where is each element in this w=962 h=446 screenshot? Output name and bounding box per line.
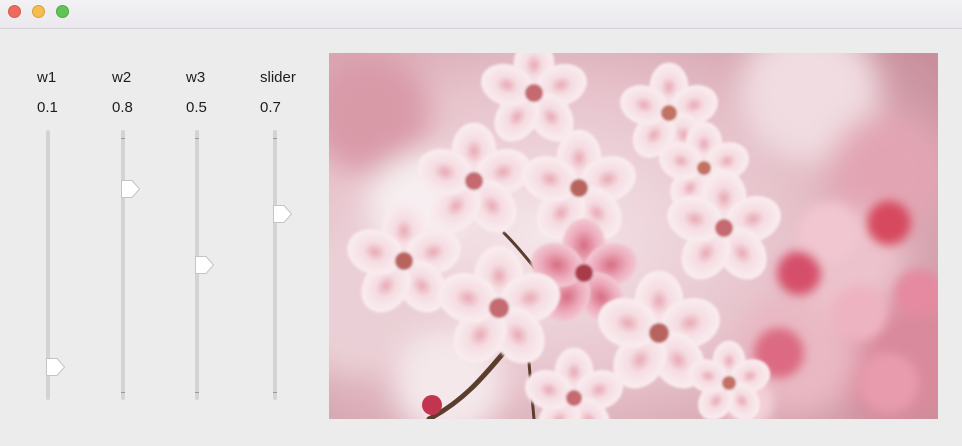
slider-label-w3: w3 <box>186 69 206 86</box>
close-window-button[interactable] <box>8 5 21 18</box>
slider-label-slider: slider <box>260 69 296 86</box>
slider-thumb-w1[interactable] <box>44 357 66 377</box>
slider-track-w2[interactable] <box>121 130 141 400</box>
zoom-window-button[interactable] <box>56 5 69 18</box>
title-bar <box>0 0 962 29</box>
slider-value-slider: 0.7 <box>260 99 281 116</box>
tick-mark <box>195 392 199 393</box>
slider-track-w1[interactable] <box>46 130 66 400</box>
slider-value-w2: 0.8 <box>112 99 133 116</box>
cherry-blossom-image <box>329 53 938 419</box>
main-content: w1 0.1 w2 0.8 w3 0.5 slider 0.7 <box>0 29 962 446</box>
tick-mark <box>195 138 199 139</box>
slider-thumb-w2[interactable] <box>119 179 141 199</box>
slider-track-w3[interactable] <box>195 130 215 400</box>
slider-label-w1: w1 <box>37 69 57 86</box>
slider-value-w3: 0.5 <box>186 99 207 116</box>
minimize-window-button[interactable] <box>32 5 45 18</box>
slider-thumb-slider[interactable] <box>271 204 293 224</box>
slider-label-w2: w2 <box>112 69 132 86</box>
slider-value-w1: 0.1 <box>37 99 58 116</box>
tick-mark <box>273 392 277 393</box>
app-window: w1 0.1 w2 0.8 w3 0.5 slider 0.7 <box>0 0 962 446</box>
slider-thumb-w3[interactable] <box>193 255 215 275</box>
tick-mark <box>121 138 125 139</box>
slider-track-slider[interactable] <box>273 130 293 400</box>
tick-mark <box>121 392 125 393</box>
tick-mark <box>273 138 277 139</box>
